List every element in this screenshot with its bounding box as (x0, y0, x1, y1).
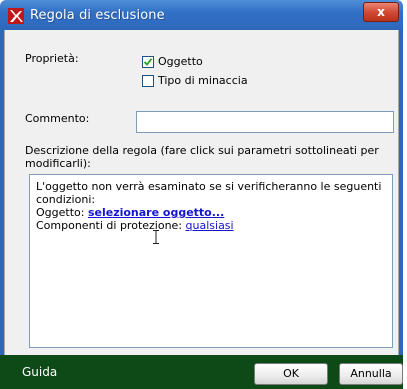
description-label-line2: modificarli): (25, 157, 91, 170)
checkbox-tipo-minaccia[interactable]: Tipo di minaccia (142, 74, 248, 87)
checkbox-oggetto-label: Oggetto (158, 55, 203, 68)
comment-input[interactable] (136, 111, 394, 133)
dialog-footer: Guida OK Annulla (0, 355, 403, 389)
app-logo-icon (8, 8, 24, 24)
components-prefix: Componenti di protezione: (36, 219, 186, 232)
description-object-row: Oggetto: selezionare oggetto... (36, 206, 386, 219)
checkbox-unchecked-icon[interactable] (142, 74, 154, 87)
close-icon: x (377, 5, 385, 19)
dialog-window: Regola di esclusione x Proprietà: Oggett… (0, 0, 403, 389)
description-components-row: Componenti di protezione: qualsiasi (36, 219, 386, 232)
rule-description-box[interactable]: L'oggetto non verrà esaminato se si veri… (29, 174, 393, 348)
cancel-button[interactable]: Annulla (339, 363, 403, 385)
description-line1: L'oggetto non verrà esaminato se si veri… (36, 180, 382, 193)
checkbox-oggetto[interactable]: Oggetto (142, 55, 203, 68)
text-cursor-icon (153, 229, 159, 244)
close-button[interactable]: x (363, 2, 399, 22)
comment-label: Commento: (25, 112, 90, 125)
checkbox-checked-icon[interactable] (142, 55, 154, 68)
dialog-body: Proprietà: Oggetto Tipo di minaccia Comm… (4, 30, 399, 355)
ok-button[interactable]: OK (254, 363, 328, 385)
description-line2: condizioni: (36, 193, 96, 206)
description-label-line1: Descrizione della regola (fare click sui… (25, 144, 379, 157)
checkbox-tipo-minaccia-label: Tipo di minaccia (158, 74, 248, 87)
components-any-link[interactable]: qualsiasi (186, 219, 234, 232)
window-title: Regola di esclusione (30, 8, 165, 23)
select-object-link[interactable]: selezionare oggetto... (88, 206, 224, 219)
properties-label: Proprietà: (25, 52, 79, 65)
title-bar[interactable]: Regola di esclusione x (0, 0, 403, 30)
help-link[interactable]: Guida (22, 365, 57, 379)
object-prefix: Oggetto: (36, 206, 88, 219)
